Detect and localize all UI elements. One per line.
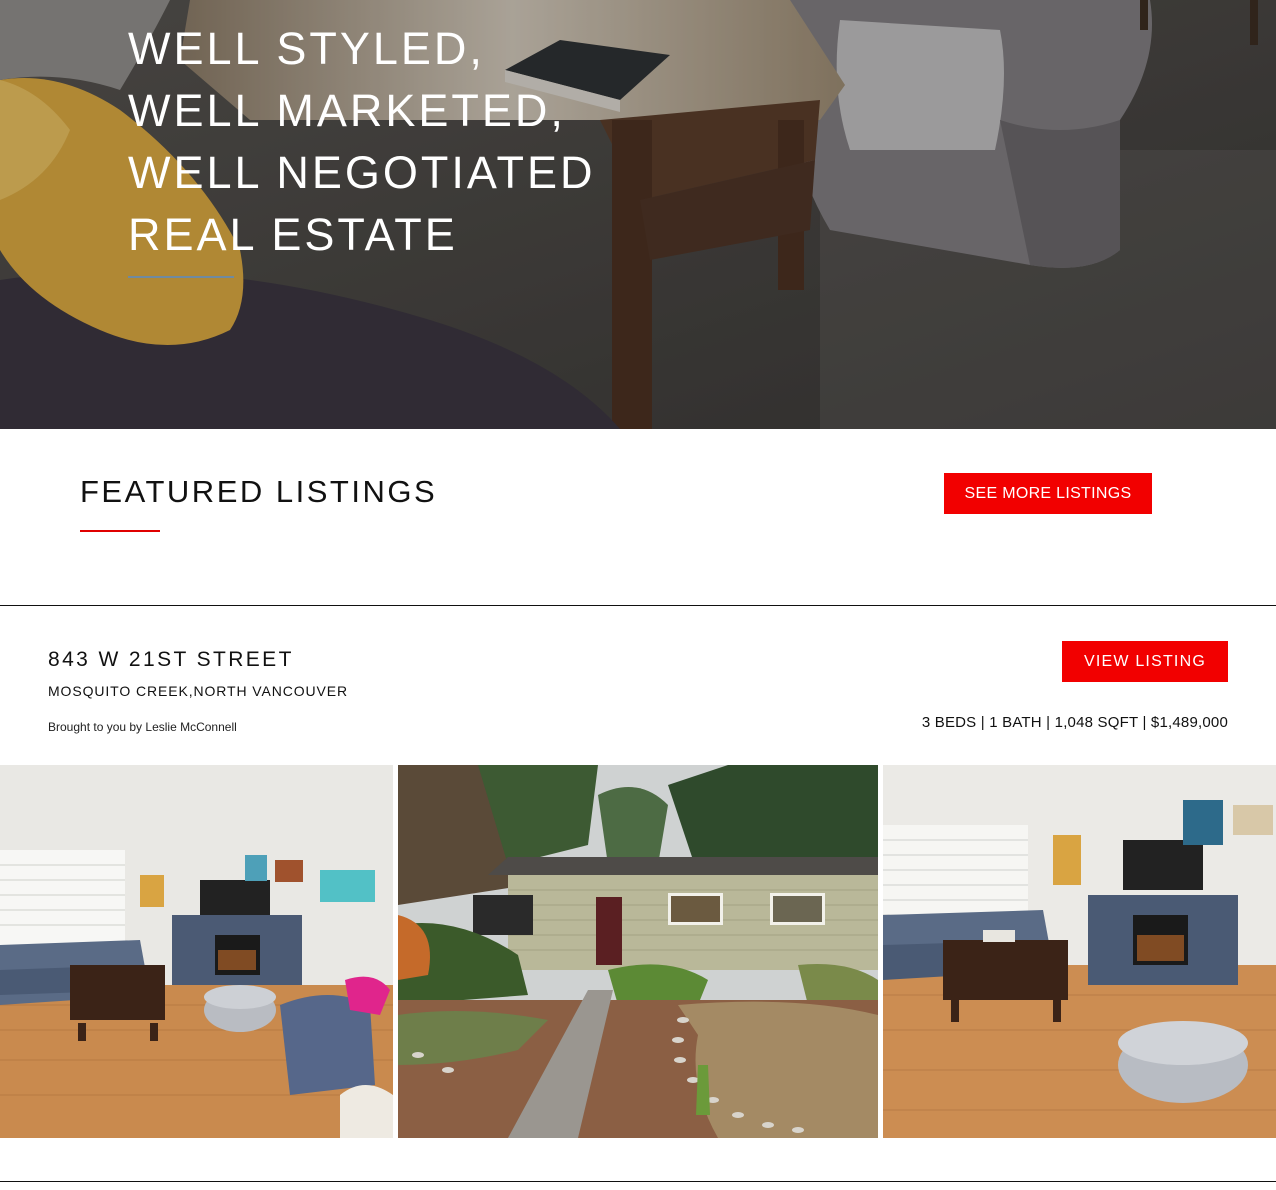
view-listing-button[interactable]: VIEW LISTING [1062,641,1228,682]
hero-headline-line: WELL MARKETED, [128,85,566,136]
hero-headline-line: REAL ESTATE [128,209,458,260]
listing-stats: 3 BEDS | 1 BATH | 1,048 SQFT | $1,489,00… [921,714,1228,731]
hero-underline [128,276,234,278]
featured-listings-title: FEATURED LISTINGS [80,474,438,509]
hero-headline-line: WELL STYLED, [128,23,485,74]
hero-banner: WELL STYLED, WELL MARKETED, WELL NEGOTIA… [0,0,1276,429]
featured-title-underline [80,530,160,532]
house-exterior-photo[interactable] [398,765,878,1138]
listing-neighborhood: MOSQUITO CREEK,NORTH VANCOUVER [48,683,349,699]
hero-headline-line: WELL NEGOTIATED [128,147,596,198]
living-room-photo[interactable] [883,765,1276,1138]
living-room-photo[interactable] [0,765,393,1138]
listing-agent-byline: Brought to you by Leslie McConnell [48,720,237,734]
listing-address[interactable]: 843 W 21ST STREET [48,648,294,672]
section-divider [0,605,1276,606]
hero-headline: WELL STYLED, WELL MARKETED, WELL NEGOTIA… [128,18,596,266]
section-divider [0,1181,1276,1182]
see-more-listings-button[interactable]: SEE MORE LISTINGS [944,473,1152,514]
